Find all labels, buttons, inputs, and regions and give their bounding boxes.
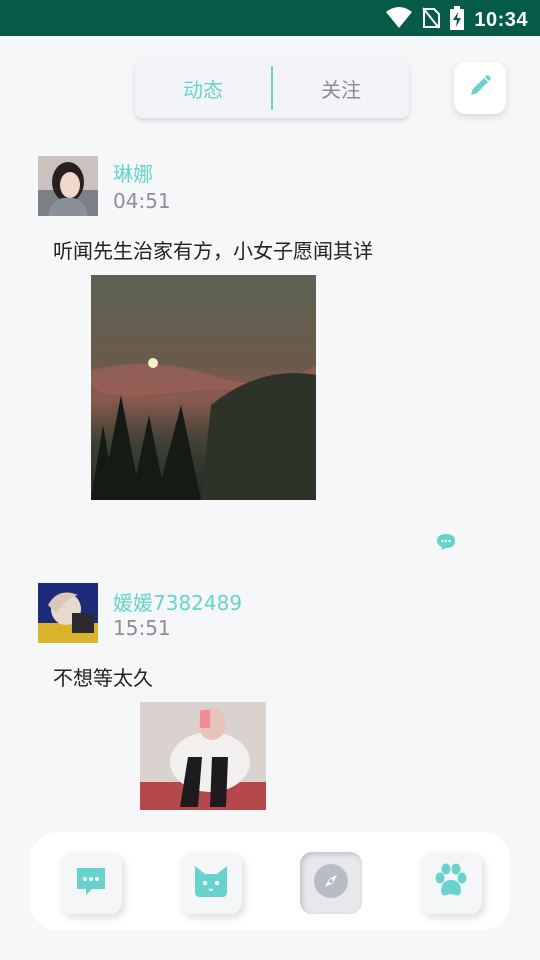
post-text: 听闻先生治家有方，小女子愿闻其详 [53,239,373,263]
feed-tab-switcher: 动态 关注 [135,58,409,118]
avatar[interactable] [38,583,98,643]
compose-button[interactable] [454,62,506,114]
nav-discover-button[interactable] [300,852,362,914]
wifi-icon [386,7,413,33]
nav-messages-button[interactable] [60,852,122,914]
nav-pets-button[interactable] [420,852,482,914]
cat-icon [192,864,230,902]
paw-icon [432,863,470,903]
no-sim-icon [422,7,441,33]
post-image[interactable] [91,275,316,500]
battery-charging-icon [450,6,465,34]
post-username[interactable]: 琳娜 [113,158,153,187]
tab-following[interactable]: 关注 [273,74,409,103]
compass-icon [313,863,349,903]
post-time: 04:51 [113,189,171,213]
pencil-icon [468,74,492,102]
clock: 10:34 [474,8,528,31]
post-text: 不想等太久 [53,666,153,690]
message-icon [74,864,108,902]
nav-cat-button[interactable] [180,852,242,914]
avatar[interactable] [38,156,98,216]
tab-dynamic[interactable]: 动态 [135,74,271,103]
comment-icon[interactable] [436,533,456,551]
post-image[interactable] [140,702,266,810]
post-username[interactable]: 媛媛7382489 [113,587,242,616]
post-time: 15:51 [113,616,171,640]
status-bar: 10:34 [0,0,540,36]
bottom-navigation [30,832,510,930]
